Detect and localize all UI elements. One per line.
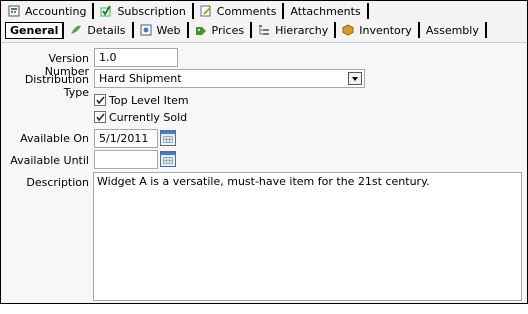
tab-general[interactable]: General xyxy=(5,22,65,39)
details-icon xyxy=(70,24,82,36)
general-tab-content: Version Number 1.0 Distribution Type Har… xyxy=(1,42,527,303)
tab-label: Prices xyxy=(211,23,245,37)
top-level-item-label: Top Level Item xyxy=(109,94,189,107)
tab-inventory[interactable]: Inventory xyxy=(339,22,420,38)
tab-label: General xyxy=(10,24,59,37)
tab-comments[interactable]: Comments xyxy=(197,3,285,19)
tab-label: Accounting xyxy=(25,4,87,18)
currently-sold-checkbox[interactable] xyxy=(94,111,106,123)
tab-accounting[interactable]: Accounting xyxy=(5,3,95,19)
inventory-icon xyxy=(342,24,354,36)
distribution-type-value: Hard Shipment xyxy=(99,72,182,85)
tab-label: Subscription xyxy=(117,4,186,18)
top-level-item-checkbox[interactable] xyxy=(94,94,106,106)
tab-label: Assembly xyxy=(425,23,479,37)
version-number-field[interactable]: 1.0 xyxy=(94,48,178,67)
tab-details[interactable]: Details xyxy=(67,22,134,38)
tab-assembly[interactable]: Assembly xyxy=(423,22,487,38)
tab-prices[interactable]: Prices xyxy=(192,22,253,38)
tab-web[interactable]: Web xyxy=(137,22,189,38)
tab-label: Details xyxy=(87,23,126,37)
distribution-type-select[interactable]: Hard Shipment xyxy=(94,69,365,88)
tab-subscription[interactable]: Subscription xyxy=(97,3,194,19)
distribution-type-label: Distribution Type xyxy=(24,73,89,99)
description-textarea[interactable]: Widget A is a versatile, must-have item … xyxy=(93,172,522,301)
tab-label: Hierarchy xyxy=(275,23,329,37)
calendar-icon[interactable] xyxy=(160,130,176,146)
available-on-label: Available On xyxy=(20,132,89,145)
currently-sold-label: Currently Sold xyxy=(109,111,188,124)
available-on-field[interactable]: 5/1/2011 xyxy=(94,129,158,148)
available-until-field[interactable] xyxy=(94,150,158,169)
description-label: Description xyxy=(26,176,89,189)
tab-label: Inventory xyxy=(359,23,412,37)
accounting-icon xyxy=(8,5,20,17)
item-editor-panel: Accounting Subscription Comments Attachm… xyxy=(0,0,528,304)
tab-hierarchy[interactable]: Hierarchy xyxy=(255,22,337,38)
tab-label: Web xyxy=(156,23,181,37)
subscription-icon xyxy=(100,5,112,17)
prices-icon xyxy=(195,24,207,36)
hierarchy-icon xyxy=(258,24,270,36)
web-icon xyxy=(140,24,152,36)
chevron-down-icon[interactable] xyxy=(348,72,362,85)
available-until-label: Available Until xyxy=(10,154,89,167)
tab-label: Attachments xyxy=(290,4,361,18)
tab-row-1: Accounting Subscription Comments Attachm… xyxy=(5,3,372,21)
tab-attachments[interactable]: Attachments xyxy=(287,3,369,19)
comments-icon xyxy=(200,5,212,17)
calendar-icon[interactable] xyxy=(160,151,176,167)
tab-label: Comments xyxy=(216,4,277,18)
tab-row-2: General Details Web Prices Hierarchy Inv… xyxy=(5,22,490,40)
